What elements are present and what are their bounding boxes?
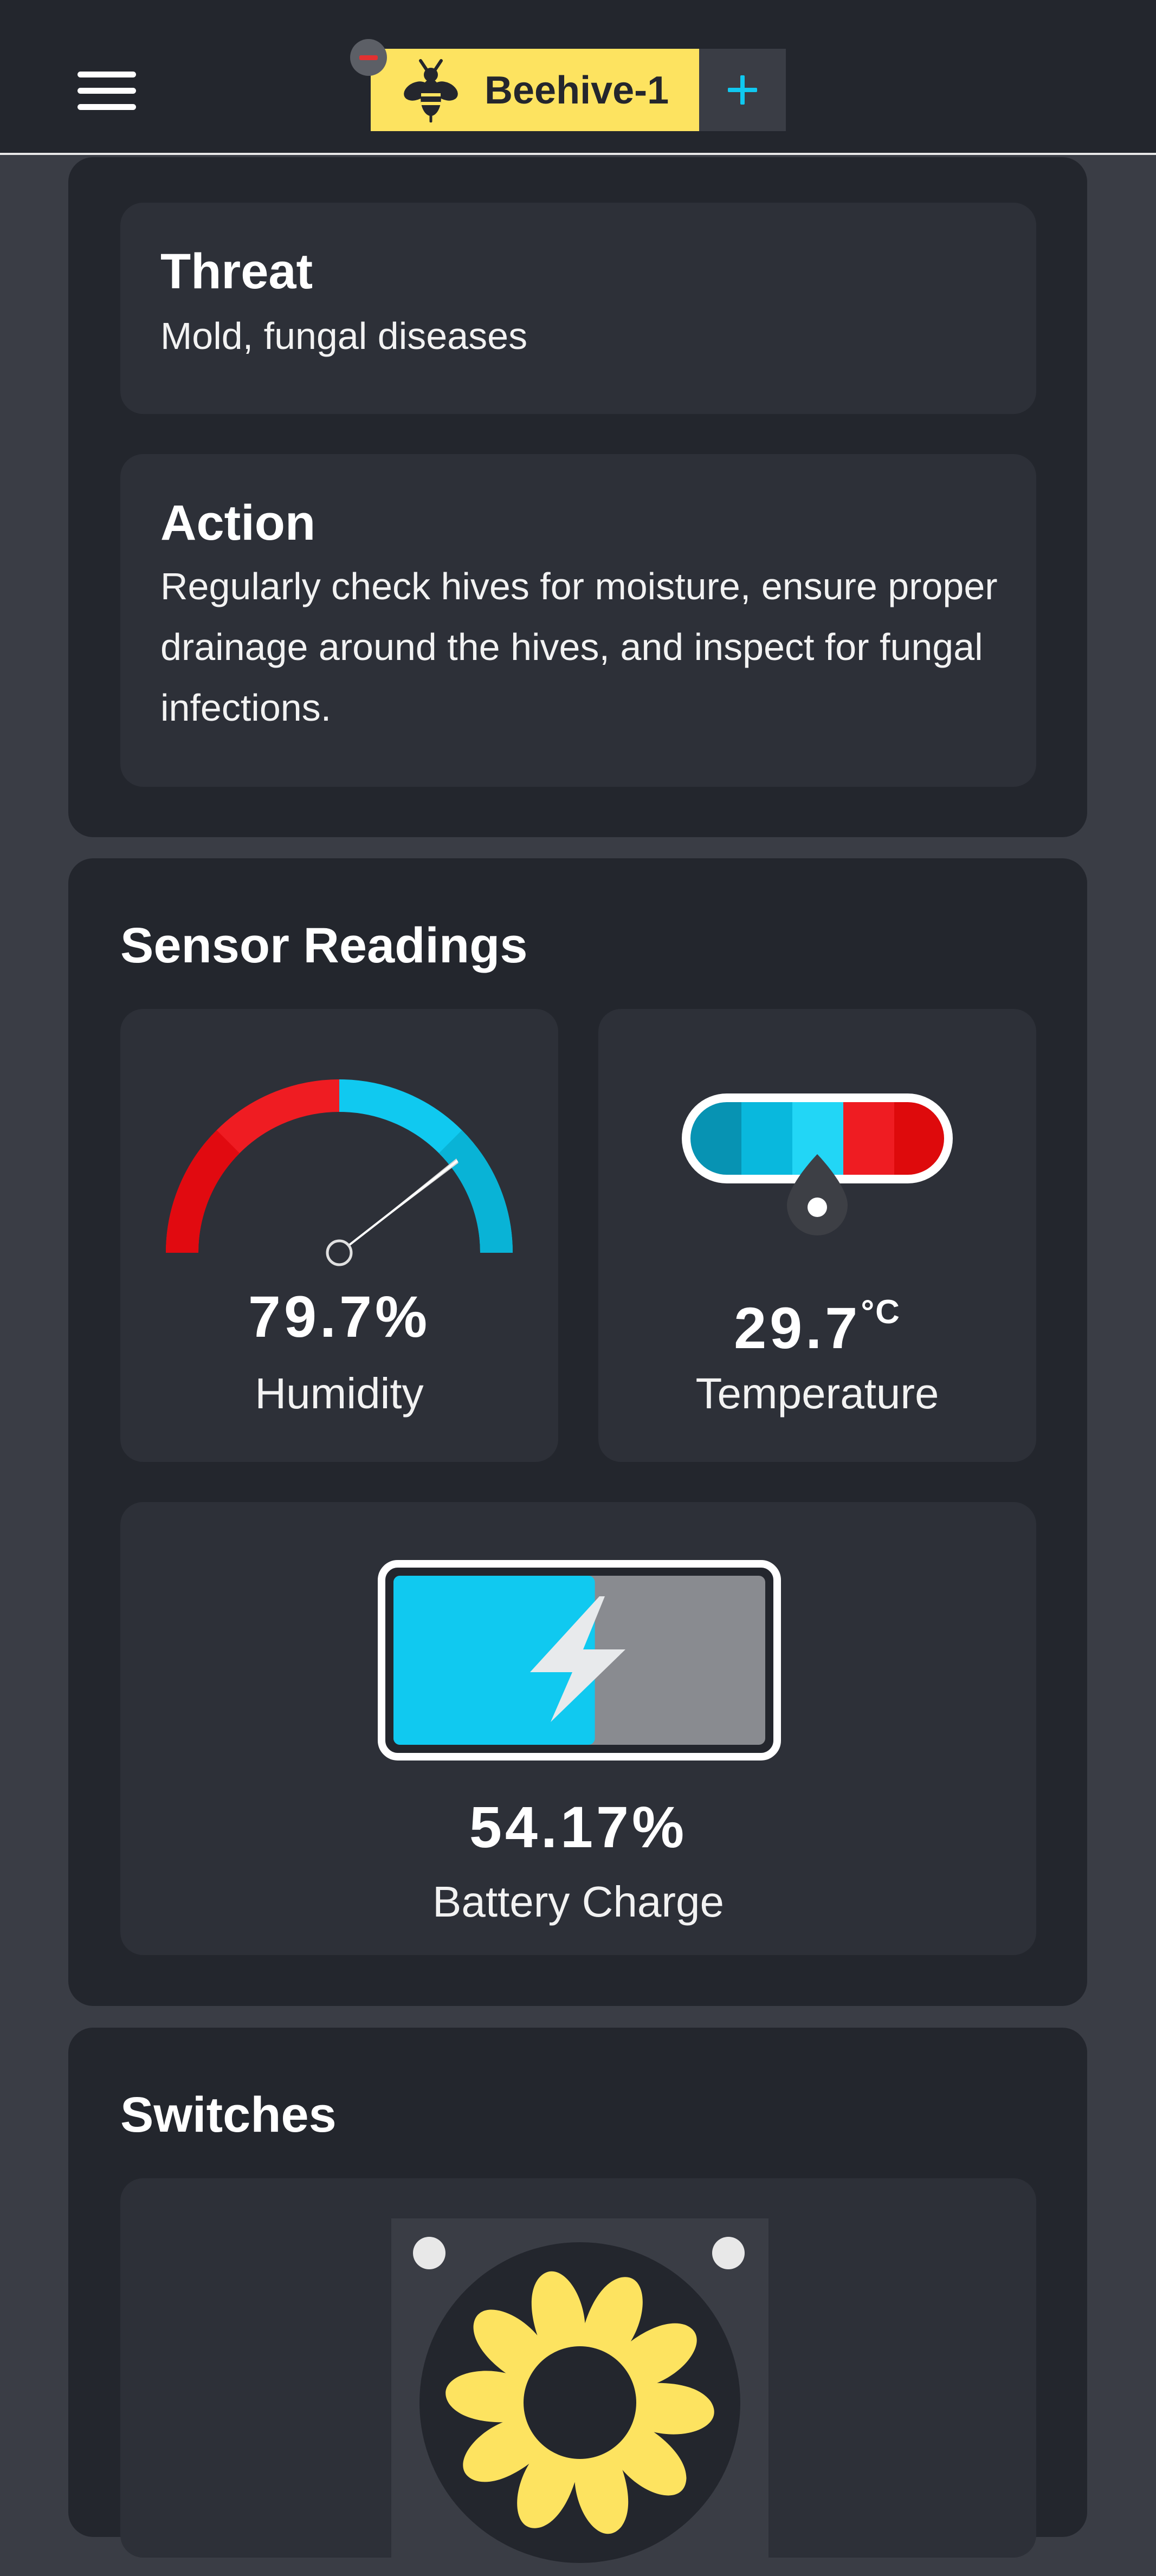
action-card: Action Regularly check hives for moistur… [120, 454, 1036, 787]
temperature-label: Temperature [695, 1369, 939, 1418]
humidity-gauge-icon [166, 1079, 513, 1266]
switches-title: Switches [120, 2087, 337, 2143]
humidity-label: Humidity [255, 1369, 424, 1418]
threat-text: Mold, fungal diseases [160, 315, 528, 357]
action-title: Action [160, 495, 316, 551]
alert-panel: Threat Mold, fungal diseases Action Regu… [68, 157, 1087, 837]
fan-switch-card[interactable] [120, 2178, 1036, 2576]
action-text: Regularly check hives for moisture, ensu… [160, 565, 998, 729]
top-bar: Beehive-1 [0, 0, 1156, 155]
battery-card: 54.17% Battery Charge [120, 1502, 1036, 1955]
temperature-value: 29.7°C [734, 1293, 901, 1361]
temperature-unit: °C [861, 1293, 901, 1331]
battery-charging-icon [378, 1560, 781, 1761]
threat-card: Threat Mold, fungal diseases [120, 203, 1036, 414]
humidity-card: 79.7% Humidity [120, 1009, 558, 1462]
battery-value: 54.17% [469, 1794, 688, 1860]
minus-icon [359, 55, 378, 60]
tab-beehive-1[interactable]: Beehive-1 [371, 49, 699, 131]
switches-panel: Switches [68, 2028, 1087, 2576]
battery-label: Battery Charge [432, 1878, 725, 1926]
fan-icon[interactable] [391, 2218, 768, 2576]
hamburger-menu-icon[interactable] [78, 72, 136, 111]
sensor-readings-panel: Sensor Readings 79.7% Humidity 29.7°C Te… [68, 858, 1087, 2006]
sensor-readings-title: Sensor Readings [120, 918, 528, 973]
thermometer-icon [682, 1093, 953, 1235]
remove-tab-button[interactable] [350, 39, 387, 76]
temperature-card: 29.7°C Temperature [598, 1009, 1036, 1462]
tab-label: Beehive-1 [485, 69, 669, 112]
threat-title: Threat [160, 244, 313, 299]
bee-icon [404, 59, 458, 122]
humidity-value: 79.7% [248, 1284, 431, 1349]
add-tab-button[interactable] [699, 49, 786, 131]
